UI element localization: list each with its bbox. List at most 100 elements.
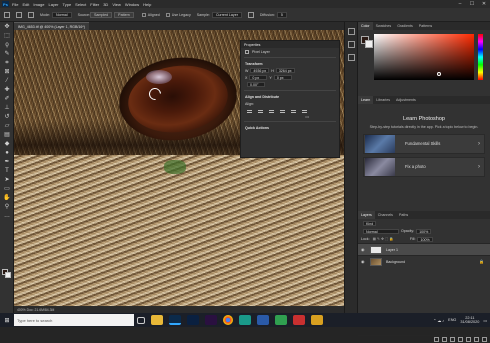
height-field[interactable]: 3264 px [275, 68, 295, 73]
delete-layer-icon[interactable] [482, 337, 487, 342]
y-field[interactable]: 0 px [273, 75, 292, 80]
transform-section[interactable]: Transform [241, 60, 339, 67]
zoom-tool-icon[interactable]: ⚲ [3, 204, 11, 211]
clock[interactable]: 22:11 31/08/2020 [460, 316, 479, 325]
properties-panel-icon[interactable] [348, 41, 355, 48]
align-center-icon[interactable] [258, 109, 263, 113]
visibility-eye-icon[interactable]: ◉ [361, 247, 366, 252]
menu-view[interactable]: View [112, 2, 121, 7]
width-field[interactable]: 4936 px [250, 68, 270, 73]
eraser-tool-icon[interactable]: ▱ [3, 123, 11, 130]
diffusion-input[interactable]: 5 [276, 11, 287, 18]
kind-filter-select[interactable]: Kind [363, 220, 377, 226]
color-field[interactable] [374, 34, 474, 80]
color-picker-marker[interactable] [437, 72, 441, 76]
layer-style-icon[interactable] [442, 337, 447, 342]
aligned-checkbox[interactable] [141, 12, 146, 17]
ignore-adjustment-layers-icon[interactable] [247, 11, 254, 18]
menu-3d[interactable]: 3D [103, 2, 108, 7]
source-pattern-button[interactable]: Pattern [114, 11, 134, 18]
app-icon[interactable] [275, 315, 287, 325]
move-tool-icon[interactable]: ✥ [3, 24, 11, 31]
tab-gradients[interactable]: Gradients [394, 24, 416, 28]
new-layer-icon[interactable] [474, 337, 479, 342]
chrome-icon[interactable] [223, 315, 233, 325]
quick-select-tool-icon[interactable]: ✎ [3, 51, 11, 58]
layer-row-layer-1[interactable]: ◉ Layer 1 [358, 243, 490, 255]
background-color-swatch[interactable] [5, 272, 11, 278]
eyedropper-tool-icon[interactable]: ⁄ [3, 78, 11, 85]
tab-channels[interactable]: Channels [375, 213, 396, 217]
adjustment-layer-icon[interactable] [458, 337, 463, 342]
rectangle-tool-icon[interactable]: ▭ [3, 186, 11, 193]
menu-file[interactable]: File [12, 2, 18, 7]
type-tool-icon[interactable]: T [3, 168, 11, 175]
tab-adjustments[interactable]: Adjustments [393, 98, 419, 102]
source-sampled-button[interactable]: Sampled [89, 11, 113, 18]
more-options-button[interactable]: ••• [241, 115, 339, 119]
tab-paths[interactable]: Paths [396, 213, 411, 217]
close-button[interactable]: ✕ [478, 1, 490, 7]
app-icon[interactable] [257, 315, 269, 325]
menu-type[interactable]: Type [63, 2, 72, 7]
gradient-tool-icon[interactable]: ▤ [3, 132, 11, 139]
tab-patterns[interactable]: Patterns [416, 24, 435, 28]
brush-settings-icon[interactable] [28, 11, 34, 18]
align-bottom-icon[interactable] [302, 109, 307, 113]
use-legacy-checkbox[interactable] [165, 12, 170, 17]
notifications-icon[interactable]: ▭ [483, 318, 487, 323]
hue-slider[interactable] [478, 34, 483, 80]
minimize-button[interactable]: – [454, 1, 466, 7]
app-icon[interactable] [239, 315, 251, 325]
task-view-icon[interactable] [137, 316, 145, 324]
align-right-icon[interactable] [269, 109, 274, 113]
hand-tool-icon[interactable]: ✋ [3, 195, 11, 202]
app-icon[interactable] [311, 315, 323, 325]
menu-edit[interactable]: Edit [22, 2, 29, 7]
menu-filter[interactable]: Filter [90, 2, 99, 7]
brush-preset-icon[interactable] [16, 11, 22, 18]
tutorial-card-fix-a-photo[interactable]: Fix a photo › [363, 156, 485, 177]
new-group-icon[interactable] [466, 337, 471, 342]
crop-tool-icon[interactable]: ⌗ [3, 60, 11, 67]
layer-row-background[interactable]: ◉ Background 🔒 [358, 255, 490, 267]
angle-field[interactable]: 0.00° [247, 82, 265, 87]
fill-field[interactable]: 100% [417, 236, 433, 242]
marquee-tool-icon[interactable]: ⬚ [3, 33, 11, 40]
background-color-chip[interactable] [365, 40, 373, 48]
menu-layer[interactable]: Layer [48, 2, 58, 7]
menu-window[interactable]: Window [125, 2, 139, 7]
frame-tool-icon[interactable]: ⊠ [3, 69, 11, 76]
blur-tool-icon[interactable]: ◆ [3, 141, 11, 148]
mode-select[interactable]: Normal [52, 11, 72, 18]
lock-icons[interactable]: ▦ ✎ ✥ ⬚ 🔒 [373, 237, 394, 241]
maximize-button[interactable]: ☐ [466, 1, 478, 7]
photoshop-app-icon[interactable] [169, 315, 181, 325]
lasso-tool-icon[interactable]: ϙ [3, 42, 11, 49]
history-panel-icon[interactable] [348, 28, 355, 35]
properties-title[interactable]: Properties [244, 43, 260, 47]
adobe-app-icon[interactable] [205, 315, 217, 325]
tab-layers[interactable]: Layers [358, 211, 375, 219]
tutorial-card-fundamental-skills[interactable]: Fundamental Skills › [363, 133, 485, 154]
tab-learn[interactable]: Learn [358, 96, 374, 104]
document-tab[interactable]: IMG_4653.tif @ 400% (Layer 1, RGB/16*) [14, 22, 89, 30]
app-icon[interactable] [293, 315, 305, 325]
tab-libraries[interactable]: Libraries [373, 98, 393, 102]
visibility-eye-icon[interactable]: ◉ [361, 259, 366, 264]
clone-stamp-tool-icon[interactable]: ⊥ [3, 105, 11, 112]
pen-tool-icon[interactable]: ✒ [3, 159, 11, 166]
quick-actions-section[interactable]: Quick Actions [241, 124, 339, 131]
dodge-tool-icon[interactable]: ● [3, 150, 11, 157]
align-section[interactable]: Align and Distribute [241, 93, 339, 100]
add-mask-icon[interactable] [450, 337, 455, 342]
windows-start-icon[interactable]: ⊞ [0, 313, 14, 327]
brush-panel-icon[interactable] [348, 54, 355, 61]
healing-brush-tool-icon[interactable]: ✚ [3, 87, 11, 94]
healing-brush-icon[interactable] [4, 11, 10, 18]
blend-mode-select[interactable]: Normal [363, 228, 399, 234]
align-left-icon[interactable] [247, 109, 252, 113]
opacity-field[interactable]: 100% [416, 228, 432, 234]
menu-select[interactable]: Select [75, 2, 86, 7]
align-top-icon[interactable] [280, 109, 285, 113]
